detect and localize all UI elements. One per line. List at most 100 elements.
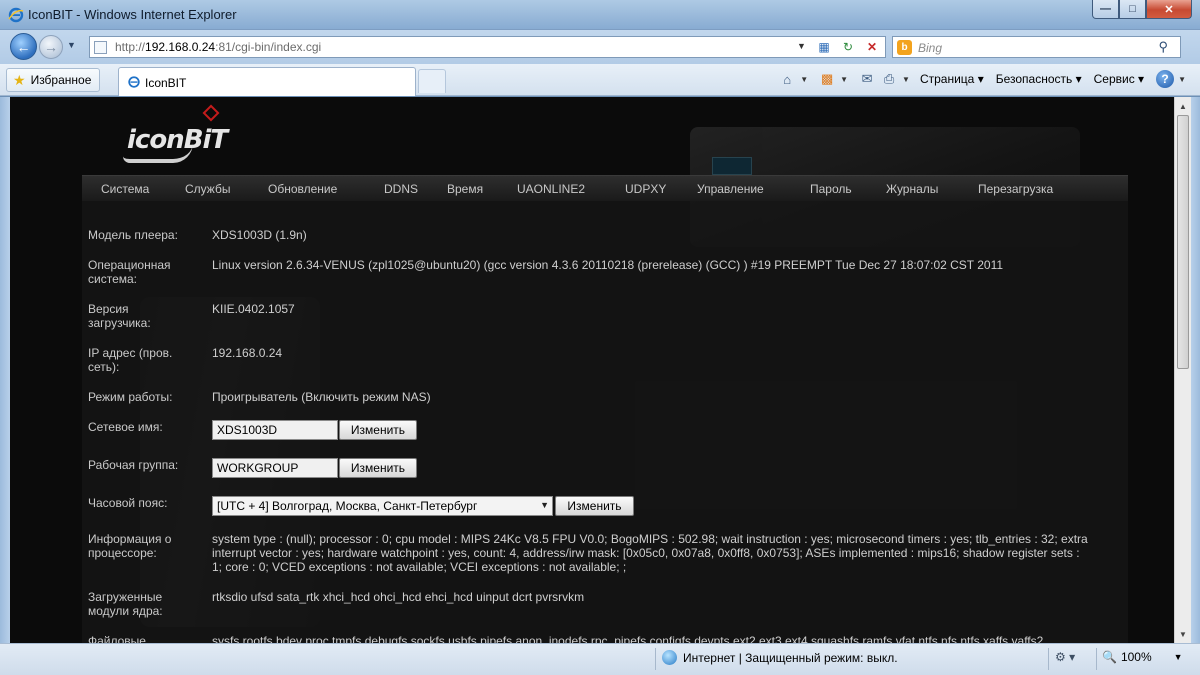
nav-udpxy[interactable]: UDPXY	[625, 182, 666, 196]
nav-update[interactable]: Обновление	[268, 182, 337, 196]
os-label: Операционная система:	[88, 258, 171, 286]
command-bar: ★ Избранное IconBIT ⌂ ▼ ▩ ▼ ✉ ⎙ ▼ Страница …	[0, 64, 1200, 96]
nav-services[interactable]: Службы	[185, 182, 230, 196]
chevron-down-icon: ▼	[540, 500, 549, 510]
main-nav: Система Службы Обновление DDNS Время UAO…	[82, 175, 1128, 201]
back-arrow-icon: ←	[16, 38, 31, 55]
feeds-icon[interactable]: ▩	[818, 70, 836, 88]
new-tab-button[interactable]	[418, 69, 446, 93]
nav-logs[interactable]: Журналы	[886, 182, 938, 196]
refresh-icon[interactable]: ↻	[838, 38, 858, 56]
globe-icon	[662, 650, 677, 665]
addons-icon[interactable]: ⚙ ▾	[1055, 650, 1075, 664]
address-dropdown-icon[interactable]: ▼	[797, 41, 806, 51]
loader-label: Версия загрузчика:	[88, 302, 151, 330]
print-dropdown-icon[interactable]: ▼	[902, 75, 910, 84]
nav-system[interactable]: Система	[101, 182, 149, 196]
back-button[interactable]: ←	[10, 33, 37, 60]
window-frame-right	[1191, 97, 1200, 643]
model-label: Модель плеера:	[88, 228, 178, 242]
help-icon[interactable]: ?	[1156, 70, 1175, 88]
netname-change-button[interactable]: Изменить	[339, 420, 417, 440]
home-icon[interactable]: ⌂	[778, 70, 796, 88]
zoom-control[interactable]: 🔍 100% ▼	[1102, 650, 1183, 664]
read-mail-icon[interactable]: ✉	[858, 70, 876, 88]
search-input[interactable]: b Bing ⚲	[892, 36, 1181, 58]
cpu-value: system type : (null); processor : 0; cpu…	[212, 532, 1088, 574]
search-icon[interactable]: ⚲	[1158, 39, 1168, 55]
maximize-button[interactable]: □	[1119, 0, 1146, 19]
search-placeholder: Bing	[918, 41, 943, 55]
ip-value: 192.168.0.24	[212, 346, 283, 360]
zoom-level: 100%	[1120, 650, 1152, 664]
iconbit-logo: iconBiT	[123, 104, 243, 169]
address-input[interactable]: http://192.168.0.24:81/cgi-bin/index.cgi…	[89, 36, 886, 58]
modules-label: Загруженные модули ядра:	[88, 590, 163, 618]
minimize-button[interactable]: —	[1092, 0, 1119, 19]
mode-value-link[interactable]: Проигрыватель (Включить режим NAS)	[212, 390, 431, 404]
zone-text: Интернет | Защищенный режим: выкл.	[683, 650, 898, 665]
scroll-up-icon[interactable]: ▲	[1175, 98, 1191, 114]
close-button[interactable]: ✕	[1146, 0, 1192, 19]
model-value: XDS1003D (1.9n)	[212, 228, 307, 242]
zoom-icon: 🔍	[1102, 650, 1117, 664]
favorites-label: Избранное	[30, 73, 92, 87]
window-frame-left	[0, 97, 10, 643]
title-bar: IconBIT - Windows Internet Explorer — □ …	[0, 0, 1200, 30]
logo-diamond-icon	[202, 104, 220, 122]
window-title: IconBIT - Windows Internet Explorer	[28, 7, 237, 22]
modules-value: rtksdio ufsd sata_rtk xhci_hcd ohci_hcd …	[212, 590, 585, 604]
print-icon[interactable]: ⎙	[880, 70, 898, 88]
fs-value: sysfs rootfs bdev proc tmpfs debugfs soc…	[212, 634, 1044, 643]
logo-swoosh	[123, 143, 193, 163]
scroll-thumb[interactable]	[1177, 115, 1189, 369]
fs-label: Файловые	[88, 634, 146, 643]
security-zone[interactable]: Интернет | Защищенный режим: выкл.	[662, 650, 898, 665]
menu-tools[interactable]: Сервис ▾	[1094, 72, 1144, 86]
ie-logo-icon	[8, 7, 24, 23]
page-viewport: iconBiT Система Службы Обновление DDNS В…	[10, 97, 1174, 643]
recent-pages-dropdown-icon[interactable]: ▼	[67, 40, 76, 50]
tab-iconbit[interactable]: IconBIT	[118, 67, 416, 96]
nav-reboot[interactable]: Перезагрузка	[978, 182, 1053, 196]
nav-ddns[interactable]: DDNS	[384, 182, 418, 196]
timezone-change-button[interactable]: Изменить	[555, 496, 634, 516]
ie-page-icon	[128, 76, 140, 88]
stop-icon[interactable]: ✕	[862, 38, 882, 56]
status-bar: Интернет | Защищенный режим: выкл. ⚙ ▾ 🔍…	[0, 643, 1200, 675]
workgroup-input[interactable]	[212, 458, 338, 478]
cpu-label: Информация о процессоре:	[88, 532, 172, 560]
scroll-down-icon[interactable]: ▼	[1175, 626, 1191, 642]
vertical-scrollbar[interactable]: ▲ ▼	[1174, 97, 1191, 643]
nav-time[interactable]: Время	[447, 182, 483, 196]
url-text: http://192.168.0.24:81/cgi-bin/index.cgi	[115, 40, 322, 54]
mode-label: Режим работы:	[88, 390, 173, 404]
menu-page[interactable]: Страница ▾	[920, 72, 984, 86]
forward-arrow-icon: →	[44, 39, 58, 55]
page-icon	[94, 41, 107, 54]
home-dropdown-icon[interactable]: ▼	[800, 75, 808, 84]
loader-value: KIIE.0402.1057	[212, 302, 295, 316]
star-icon: ★	[13, 71, 26, 88]
zoom-dropdown-icon[interactable]: ▼	[1174, 652, 1183, 662]
netname-label: Сетевое имя:	[88, 420, 163, 434]
bing-icon: b	[897, 40, 912, 55]
nav-password[interactable]: Пароль	[810, 182, 852, 196]
address-bar-row: ← → ▼ http://192.168.0.24:81/cgi-bin/ind…	[0, 30, 1200, 64]
timezone-selected-value: [UTC + 4] Волгоград, Москва, Санкт-Петер…	[217, 499, 478, 513]
compatibility-view-icon[interactable]: ▦	[814, 38, 834, 56]
tab-title: IconBIT	[145, 76, 187, 90]
workgroup-change-button[interactable]: Изменить	[339, 458, 417, 478]
timezone-select[interactable]: [UTC + 4] Волгоград, Москва, Санкт-Петер…	[212, 496, 553, 516]
feeds-dropdown-icon[interactable]: ▼	[840, 75, 848, 84]
favorites-button[interactable]: ★ Избранное	[6, 68, 101, 92]
forward-button[interactable]: →	[39, 35, 63, 59]
help-dropdown-icon[interactable]: ▼	[1178, 75, 1186, 84]
workgroup-label: Рабочая группа:	[88, 458, 179, 472]
nav-control[interactable]: Управление	[697, 182, 764, 196]
netname-input[interactable]	[212, 420, 338, 440]
os-value: Linux version 2.6.34-VENUS (zpl1025@ubun…	[212, 258, 1004, 272]
timezone-label: Часовой пояс:	[88, 496, 168, 510]
nav-uaonline2[interactable]: UAONLINE2	[517, 182, 585, 196]
menu-safety[interactable]: Безопасность ▾	[996, 72, 1082, 86]
